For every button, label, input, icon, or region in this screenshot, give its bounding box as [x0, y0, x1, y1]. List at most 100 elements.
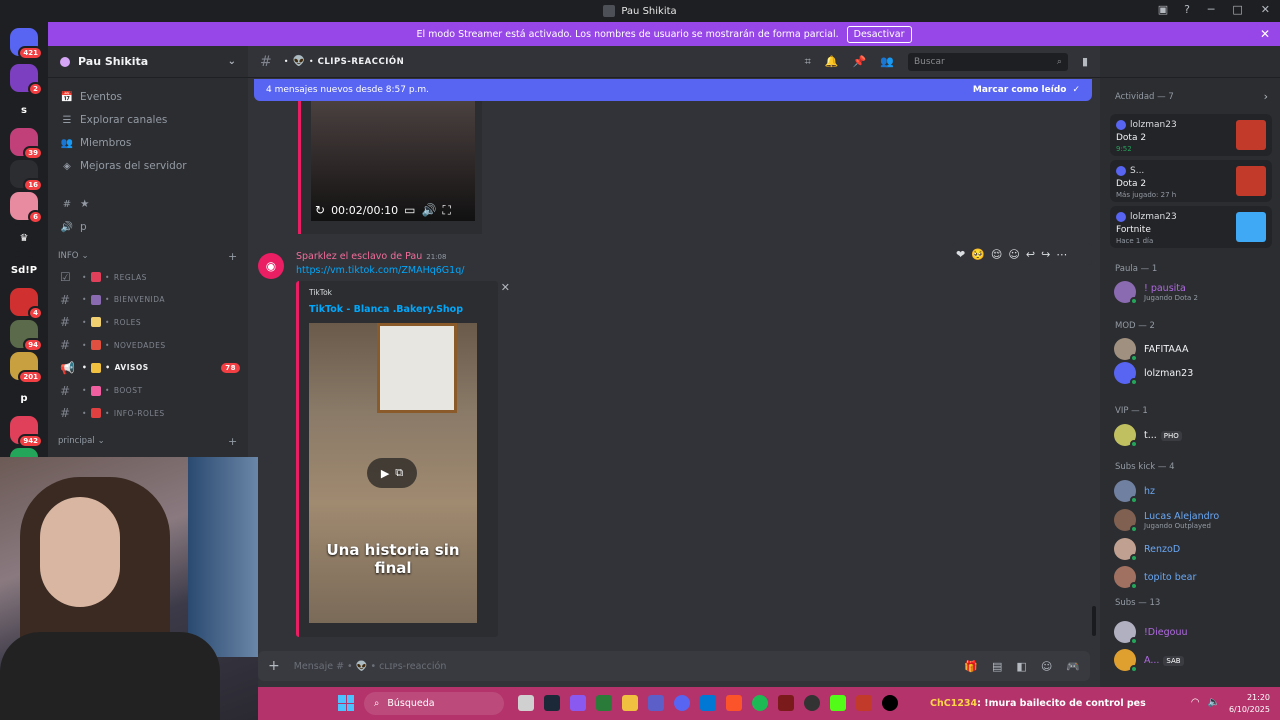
server-icon[interactable]: 4 [10, 288, 43, 320]
channel-reglas[interactable]: ☑ • • REGLAS [60, 270, 240, 284]
category-principal[interactable]: principal ⌄ + [58, 435, 237, 448]
wifi-icon[interactable]: ◠ [1191, 697, 1200, 708]
sidebar-item-events[interactable]: 📅 Eventos [60, 91, 122, 103]
member-item[interactable]: Lucas Alejandro Jugando Outplayed [1114, 507, 1274, 533]
server-icon[interactable]: 421 [10, 28, 43, 60]
channel-item[interactable]: # ★ [60, 198, 90, 210]
author-avatar[interactable]: ◉ [258, 253, 284, 279]
gif-icon[interactable]: ▤ [992, 660, 1002, 673]
server-icon[interactable]: 2 [10, 64, 43, 96]
teams-icon[interactable] [648, 695, 664, 711]
copilot-icon[interactable] [570, 695, 586, 711]
sticker-icon[interactable]: ◧ [1016, 660, 1026, 673]
chevron-right-icon[interactable]: › [1264, 90, 1268, 103]
chevron-down-icon[interactable]: ⌄ [228, 56, 236, 67]
heart-reaction-icon[interactable]: ❤ [956, 248, 965, 261]
activity-card[interactable]: S... Dota 2 Más jugado: 27 h [1110, 160, 1272, 202]
server-icon[interactable]: 201 [10, 352, 43, 384]
server-header[interactable]: Pau Shikita ⌄ [48, 46, 248, 78]
sidebar-item-browse-channels[interactable]: ☰ Explorar canales [60, 114, 168, 126]
replay-icon[interactable]: ↻ [315, 203, 325, 217]
close-icon[interactable]: ✕ [1260, 27, 1270, 41]
server-icon[interactable]: s [10, 96, 38, 124]
gift-icon[interactable]: 🎁 [964, 660, 978, 673]
sidebar-item-server-boosts[interactable]: ◈ Mejoras del servidor [60, 160, 186, 172]
more-icon[interactable]: ⋯ [1056, 248, 1067, 261]
maximize-button[interactable]: □ [1232, 3, 1242, 16]
mark-read-button[interactable]: Marcar como leído [973, 85, 1067, 95]
channel-bienvenida[interactable]: # • • BIENVENIDA [60, 293, 240, 307]
pin-icon[interactable]: 📌 [853, 55, 867, 68]
sidebar-item-members[interactable]: 👥 Miembros [60, 137, 132, 149]
message-input[interactable]: + Mensaje # • 👽 • ᴄʟɪᴘs-reacción 🎁 ▤ ◧ ☺… [258, 651, 1090, 681]
help-icon[interactable]: ? [1184, 3, 1190, 16]
server-icon[interactable]: p [10, 384, 38, 412]
app-icon[interactable] [778, 695, 794, 711]
server-icon[interactable]: 942 [10, 416, 43, 448]
add-channel-icon[interactable]: + [228, 435, 237, 448]
app-icon[interactable] [882, 695, 898, 711]
volume-icon[interactable]: 🔊 [422, 203, 437, 217]
windows-start-icon[interactable] [338, 695, 354, 711]
volume-icon[interactable]: 🔈 [1208, 697, 1220, 708]
new-messages-bar[interactable]: 4 mensajes nuevos desde 8:57 p.m. Marcar… [254, 79, 1092, 101]
remove-embed-icon[interactable]: ✕ [501, 281, 510, 294]
discord-icon[interactable] [674, 695, 690, 711]
channel-info-roles[interactable]: # • • INFO-ROLES [60, 406, 240, 420]
spotify-icon[interactable] [752, 695, 768, 711]
play-button[interactable]: ▶ ⧉ [367, 458, 417, 488]
member-item[interactable]: A... SAB [1114, 647, 1274, 673]
member-item[interactable]: hz [1114, 478, 1274, 504]
task-view-icon[interactable] [518, 695, 534, 711]
add-attachment-icon[interactable]: + [268, 658, 280, 674]
steam-icon[interactable] [544, 695, 560, 711]
server-icon[interactable]: 39 [10, 128, 43, 160]
channel-roles[interactable]: # • • ROLES [60, 315, 240, 329]
relieved-reaction-icon[interactable]: 😌 [991, 248, 1002, 261]
activity-card[interactable]: lolzman23 Dota 2 9:52 [1110, 114, 1272, 156]
channel-item[interactable]: 🔊 p [60, 221, 87, 233]
taskbar-search[interactable]: ⌕ Búsqueda [364, 692, 504, 715]
reply-icon[interactable]: ↩ [1026, 248, 1035, 261]
category-info[interactable]: INFO ⌄ + [58, 250, 237, 263]
activities-icon[interactable]: 🎮 [1066, 660, 1080, 673]
search-input[interactable]: Buscar ⌕ [907, 52, 1068, 71]
clock[interactable]: 21:20 6/10/2025 [1229, 692, 1270, 716]
obs-icon[interactable] [804, 695, 820, 711]
inbox-icon[interactable]: ▣ [1158, 3, 1168, 16]
bell-icon[interactable]: 🔔 [825, 55, 839, 68]
captions-icon[interactable]: ▭ [404, 203, 415, 217]
member-item[interactable]: topito bear [1114, 564, 1274, 590]
outlook-icon[interactable] [700, 695, 716, 711]
message-link[interactable]: https://vm.tiktok.com/ZMAHq6G1q/ [296, 265, 464, 276]
embed-title[interactable]: TikTok - Blanca .Bakery.Shop [309, 304, 463, 315]
channel-boost[interactable]: # • • BOOST [60, 384, 240, 398]
server-icon[interactable]: 16 [10, 160, 43, 192]
server-icon[interactable]: Sd!P [10, 256, 38, 284]
scrollbar[interactable] [1092, 606, 1096, 636]
add-reaction-icon[interactable]: ☺ [1008, 248, 1019, 261]
member-item[interactable]: lolzman23 [1114, 360, 1274, 386]
close-button[interactable]: ✕ [1261, 3, 1270, 16]
file-explorer-icon[interactable] [622, 695, 638, 711]
emoji-icon[interactable]: ☺ [1041, 660, 1052, 673]
embed-video[interactable]: ▶ ⧉ Una historia sin final [309, 323, 477, 623]
channel-avisos[interactable]: 📢 • • AVISOS 78 [60, 361, 240, 375]
minimize-button[interactable]: ─ [1208, 3, 1215, 16]
members-icon[interactable]: 👥 [880, 55, 894, 68]
member-item[interactable]: !Diegouu [1114, 619, 1274, 645]
inbox-icon[interactable]: ▮ [1082, 55, 1088, 68]
activity-card[interactable]: lolzman23 Fortnite Hace 1 día [1110, 206, 1272, 248]
forward-icon[interactable]: ↪ [1041, 248, 1050, 261]
fullscreen-icon[interactable]: ⛶ [442, 203, 450, 218]
brave-icon[interactable] [726, 695, 742, 711]
server-icon[interactable]: ♛ [10, 224, 38, 252]
channel-novedades[interactable]: # • • NOVEDADES [60, 338, 240, 352]
kick-icon[interactable] [830, 695, 846, 711]
member-item[interactable]: RenzoD [1114, 536, 1274, 562]
server-icon[interactable]: 6 [10, 192, 43, 224]
member-item[interactable]: ! pausita Jugando Dota 2 [1114, 279, 1274, 305]
threads-icon[interactable]: ⌗ [805, 55, 811, 69]
author-name[interactable]: Sparklez el esclavo de Pau [296, 251, 422, 262]
add-channel-icon[interactable]: + [228, 250, 237, 263]
